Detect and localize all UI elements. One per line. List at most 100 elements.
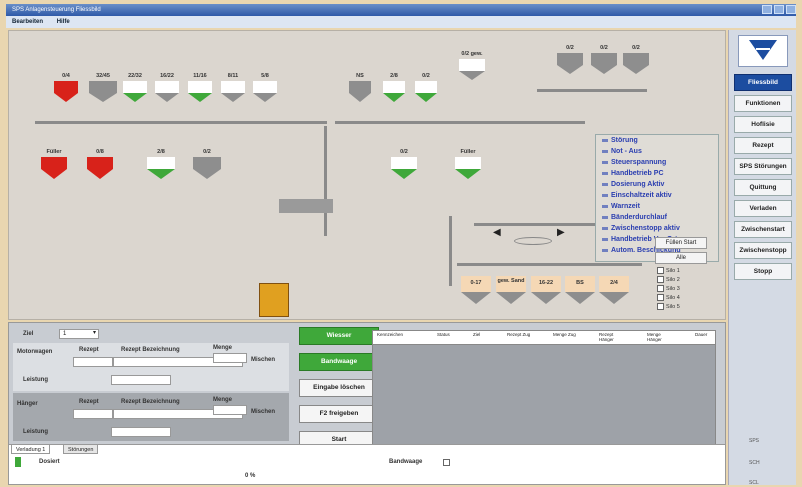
legend-item: Zwischenstopp aktiv xyxy=(602,225,680,232)
vertical-elevator xyxy=(324,126,327,236)
nav-plc-faults[interactable]: SPS Störungen xyxy=(734,158,792,175)
silo-far-1[interactable]: 0/2 xyxy=(557,45,583,75)
company-logo xyxy=(738,35,788,67)
tab-faults[interactable]: Störungen xyxy=(63,444,99,454)
silo-32-45[interactable]: 32/45 xyxy=(89,73,117,103)
silo-1-checkbox[interactable]: Silo 1 xyxy=(657,267,680,274)
recipe-label: Rezept xyxy=(79,347,99,353)
loading-queue-table[interactable]: Kennzeichen Status Ziel Rezept Zug Menge… xyxy=(372,330,716,446)
column-header: Menge Zug xyxy=(553,332,576,337)
fill-start-button[interactable]: Füllen Start xyxy=(655,237,707,249)
silo-fueller-left[interactable]: Füller xyxy=(41,149,67,179)
nav-yard-list[interactable]: Hoflisie xyxy=(734,116,792,133)
target-label: Ziel xyxy=(23,331,34,337)
status-area: Verladung 1 Störungen Dosiert Bandwaage … xyxy=(8,444,726,485)
nav-intermediate-stop[interactable]: Zwischenstopp xyxy=(734,242,792,259)
silo-0-2-right[interactable]: 0/2 xyxy=(391,149,417,179)
silo-16-22-bottom[interactable]: 16-22 xyxy=(531,276,561,310)
nav-loading[interactable]: Verladen xyxy=(734,200,792,217)
wiesser-button[interactable]: Wiesser xyxy=(299,327,379,345)
silo-16-22[interactable]: 16/22 xyxy=(155,73,179,103)
legend-item: Not - Aus xyxy=(602,148,642,155)
legend-item: Störung xyxy=(602,137,638,144)
nav-acknowledge[interactable]: Quittung xyxy=(734,179,792,196)
recipe-name-label: Rezept Bezeichnung xyxy=(121,347,180,353)
vertical-feed xyxy=(449,216,452,286)
silo-3-checkbox[interactable]: Silo 3 xyxy=(657,285,680,292)
conveyor-left xyxy=(35,121,327,124)
trailer-quantity-input[interactable] xyxy=(213,405,247,415)
silo-5-checkbox[interactable]: Silo 5 xyxy=(657,303,680,310)
silo-gew-sand[interactable]: gew. Sand xyxy=(496,276,526,310)
silo-2-checkbox[interactable]: Silo 2 xyxy=(657,276,680,283)
trailer-mix-label: Mischen xyxy=(251,409,276,415)
truck-quantity-input[interactable] xyxy=(213,353,247,363)
silo-0-2-top[interactable]: 0/2 xyxy=(415,73,437,103)
silo-0-2-gew[interactable]: 0/2 gew. xyxy=(459,51,485,81)
silo-2-8-mid[interactable]: 2/8 xyxy=(147,149,175,179)
nav-recipe[interactable]: Rezept xyxy=(734,137,792,154)
process-flow-view: 0/4 32/45 22/32 16/22 11/16 8/11 5/8 NS xyxy=(8,30,726,320)
quantity-label: Menge xyxy=(213,345,233,351)
nav-flow-diagram[interactable]: Fliessbild xyxy=(734,74,792,91)
column-header: Status xyxy=(437,332,450,337)
nav-intermediate-start[interactable]: Zwischenstart xyxy=(734,221,792,238)
trailer-label: Hänger xyxy=(17,401,38,407)
silo-2-8-top[interactable]: 2/8 xyxy=(383,73,405,103)
tab-loading-1[interactable]: Verladung 1 xyxy=(11,444,51,454)
f2-release-button[interactable]: F2 freigeben xyxy=(299,405,379,423)
clear-input-button[interactable]: Eingabe löschen xyxy=(299,379,379,397)
trailer-performance-label: Leistung xyxy=(23,429,48,435)
conveyor-bottom xyxy=(457,263,642,266)
trailer-recipe-group: Hänger Rezept Rezept Bezeichnung Menge M… xyxy=(13,393,289,441)
dosed-label: Dosiert xyxy=(39,459,60,465)
silo-fueller-right[interactable]: Füller xyxy=(455,149,481,179)
truck-performance-input[interactable] xyxy=(111,375,171,385)
column-header: Ziel xyxy=(473,332,481,337)
trailer-recipe-name-label: Rezept Bezeichnung xyxy=(121,399,180,405)
nav-stop[interactable]: Stopp xyxy=(734,263,792,280)
truck-recipe-input[interactable] xyxy=(73,357,113,367)
belt-scale-label: Bandwaage xyxy=(389,459,423,465)
silo-4-checkbox[interactable]: Silo 4 xyxy=(657,294,680,301)
window-title: SPS Anlagensteuerung Fliessbild xyxy=(12,7,101,13)
column-header: Rezept Zug xyxy=(507,332,531,337)
fill-all-button[interactable]: Alle xyxy=(655,252,707,264)
target-select[interactable]: 1 ▾ xyxy=(59,329,99,339)
trailer-recipe-input[interactable] xyxy=(73,409,113,419)
turntable xyxy=(514,237,552,245)
truck-recipe-group: Motorwagen Rezept Rezept Bezeichnung Men… xyxy=(13,343,289,391)
silo-8-11[interactable]: 8/11 xyxy=(221,73,245,103)
dosing-indicator xyxy=(15,457,21,467)
belt-scale-button[interactable]: Bandwaage xyxy=(299,353,379,371)
silo-far-3[interactable]: 0/2 xyxy=(623,45,649,75)
silo-0-8[interactable]: 0/8 xyxy=(87,149,113,179)
belt-scale-checkbox[interactable] xyxy=(443,459,452,466)
window-titlebar: SPS Anlagensteuerung Fliessbild xyxy=(6,4,796,16)
nav-functions[interactable]: Funktionen xyxy=(734,95,792,112)
mix-label: Mischen xyxy=(251,357,276,363)
arrow-right-icon: ▶ xyxy=(557,227,565,238)
silo-11-16[interactable]: 11/16 xyxy=(188,73,212,103)
silo-ns[interactable]: NS xyxy=(349,73,371,103)
minimize-button[interactable] xyxy=(762,5,772,14)
close-button[interactable] xyxy=(786,5,796,14)
maximize-button[interactable] xyxy=(774,5,784,14)
silo-0-4[interactable]: 0/4 xyxy=(54,73,78,103)
legend-item: Einschaltzeit aktiv xyxy=(602,192,672,199)
silo-0-2-mid[interactable]: 0/2 xyxy=(193,149,221,179)
silo-5-8[interactable]: 5/8 xyxy=(253,73,277,103)
silo-far-2[interactable]: 0/2 xyxy=(591,45,617,75)
performance-label: Leistung xyxy=(23,377,48,383)
silo-2-4[interactable]: 2/4 xyxy=(599,276,629,310)
mixer-unit xyxy=(279,199,333,213)
trailer-performance-input[interactable] xyxy=(111,427,171,437)
silo-bs[interactable]: BS xyxy=(565,276,595,310)
legend-item: Dosierung Aktiv xyxy=(602,181,664,188)
truck-label: Motorwagen xyxy=(17,349,53,355)
column-header: Dauer xyxy=(695,332,708,337)
silo-0-17[interactable]: 0-17 xyxy=(461,276,491,310)
menu-item-edit[interactable]: Bearbeiten xyxy=(6,16,49,28)
silo-22-32[interactable]: 22/32 xyxy=(123,73,147,103)
menu-item-help[interactable]: Hilfe xyxy=(51,16,76,28)
